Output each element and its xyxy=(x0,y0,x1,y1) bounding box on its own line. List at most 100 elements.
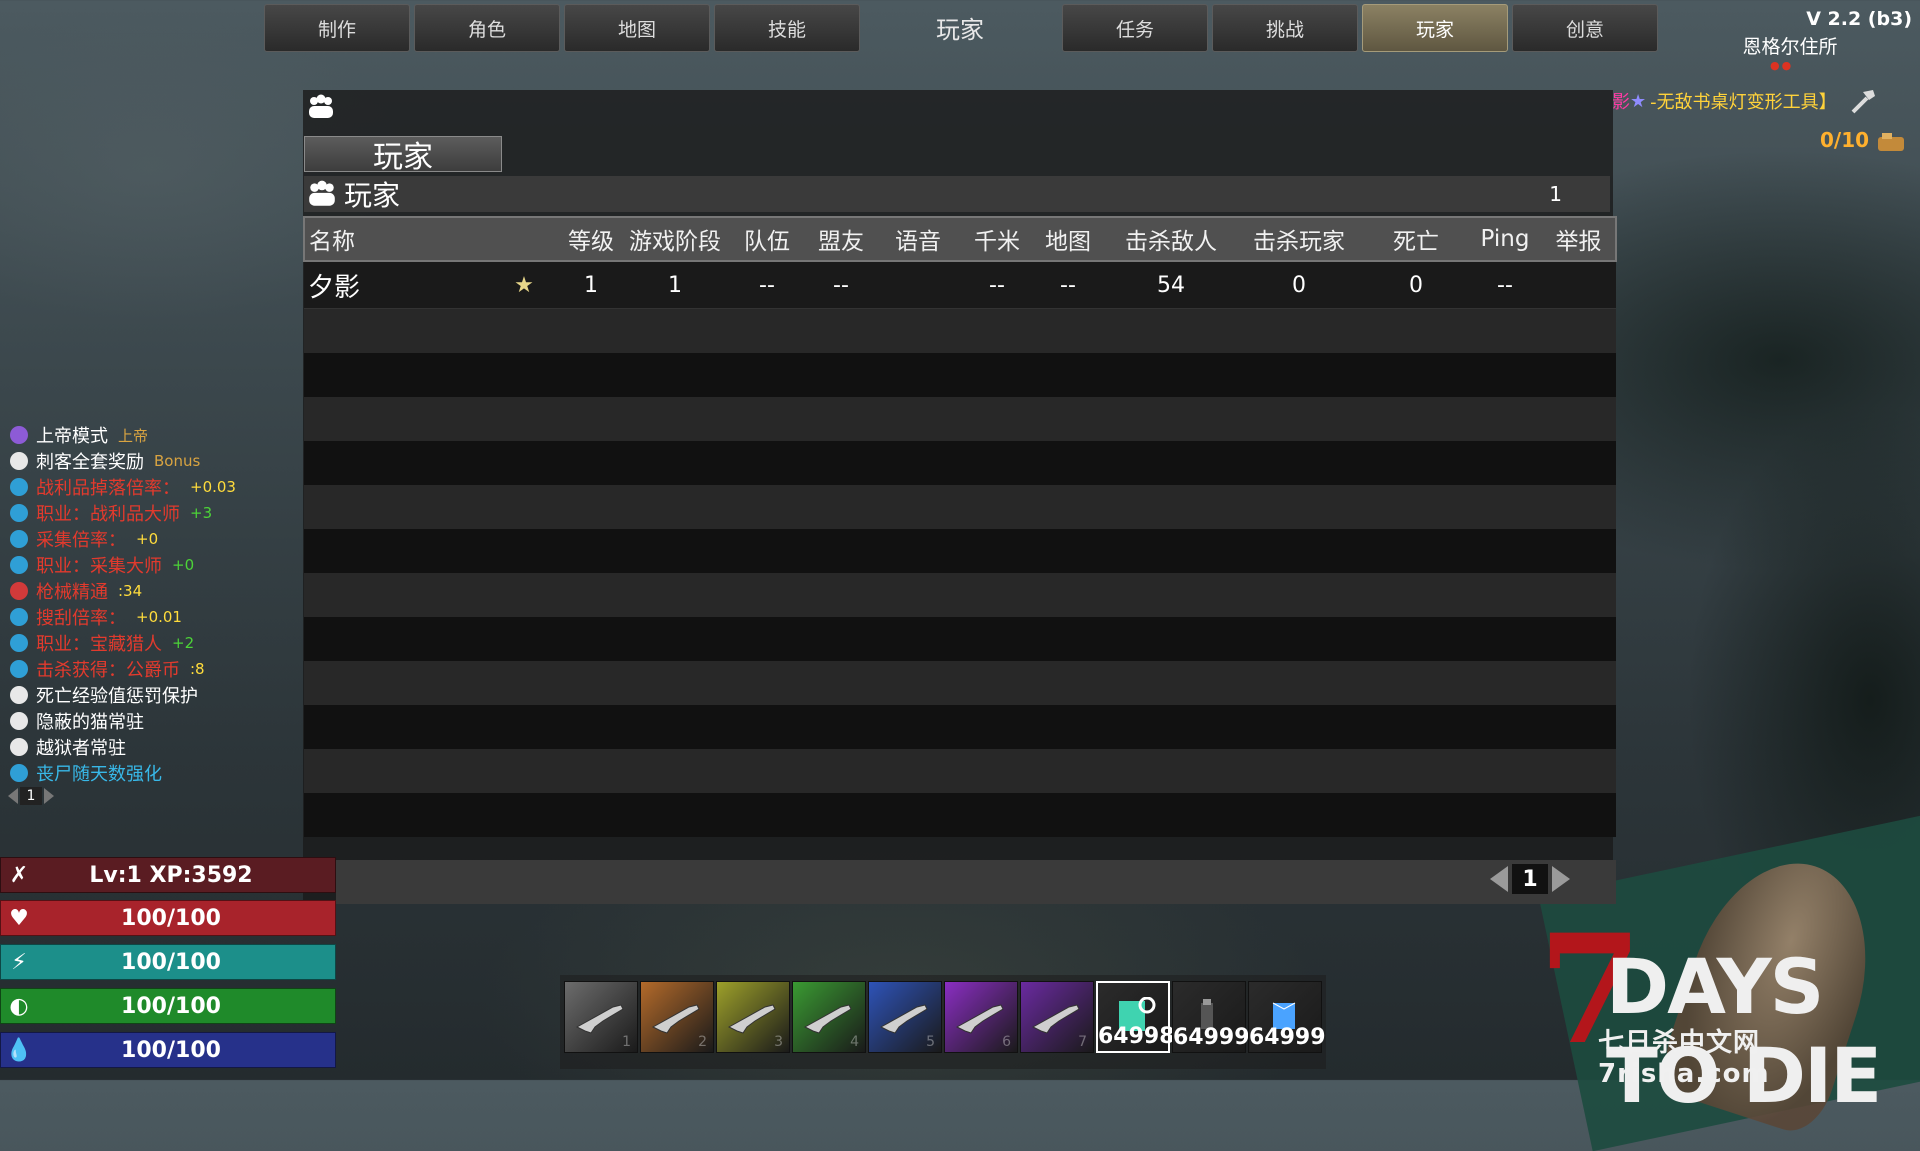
toolbelt-slot[interactable]: 64998 xyxy=(1096,981,1175,1053)
buff-item[interactable]: 职业：采集大师 +0 xyxy=(10,552,236,578)
toolbelt-slot[interactable]: 64999 xyxy=(1172,981,1250,1053)
toolbelt-slot[interactable]: 4 xyxy=(792,981,866,1053)
rifle-icon xyxy=(1031,1004,1080,1034)
food-bar: ◐ 100/100 xyxy=(0,988,336,1024)
buff-item[interactable]: 职业：战利品大师 +3 xyxy=(10,500,236,526)
slot-quantity: 64999 xyxy=(1249,1025,1326,1050)
col-report[interactable]: 举报 xyxy=(1542,216,1617,262)
player-name: 夕影 xyxy=(304,261,494,309)
stamina-value: 100/100 xyxy=(121,949,221,975)
col-map[interactable]: 地图 xyxy=(1028,216,1108,262)
toolbelt-slot[interactable]: 1 xyxy=(564,981,638,1053)
buff-value: Bonus xyxy=(154,452,201,470)
col-deaths[interactable]: 死亡 xyxy=(1364,216,1468,262)
buff-label: 职业：宝藏猎人 xyxy=(36,634,162,655)
buff-item[interactable]: 击杀获得：公爵币:8 xyxy=(10,656,236,682)
buff-item[interactable]: 上帝模式 上帝 xyxy=(10,422,236,448)
xp-icon: ✗ xyxy=(9,862,29,888)
buff-value: +3 xyxy=(190,504,213,522)
buff-item[interactable]: 隐蔽的猫常驻 xyxy=(10,708,236,734)
toolbelt-slot[interactable]: 7 xyxy=(1020,981,1094,1053)
food-value: 100/100 xyxy=(121,993,221,1019)
rifle-icon xyxy=(727,1004,776,1034)
toolbelt-slot[interactable]: 5 xyxy=(868,981,942,1053)
held-tool-label: 影 ★ -无敌书桌灯变形工具】 xyxy=(1612,86,1879,116)
col-ally[interactable]: 盟友 xyxy=(812,216,870,262)
buff-icon xyxy=(10,634,28,652)
next-page-icon[interactable] xyxy=(1552,866,1570,892)
buff-value: +0 xyxy=(136,530,159,548)
toolbelt-slot[interactable]: 64999 xyxy=(1248,981,1326,1053)
buff-icon xyxy=(10,504,28,522)
page-number: 1 xyxy=(1512,864,1548,894)
buff-item[interactable]: 越狱者常驻 xyxy=(10,734,236,760)
buff-icon xyxy=(10,530,28,548)
tab-character[interactable]: 角色 xyxy=(414,4,560,52)
xp-value: Lv:1 XP:3592 xyxy=(89,862,253,888)
slot-number: 4 xyxy=(850,1034,859,1050)
tab-map[interactable]: 地图 xyxy=(564,4,710,52)
player-map[interactable]: -- xyxy=(1028,261,1108,309)
toolbelt-slot[interactable]: 3 xyxy=(716,981,790,1053)
tab-creative[interactable]: 创意 xyxy=(1512,4,1658,52)
hammer-icon xyxy=(1851,90,1875,114)
logo-site: 七日杀中文网7risha.com xyxy=(1598,1028,1770,1089)
col-player-kills[interactable]: 击杀玩家 xyxy=(1234,216,1364,262)
buff-item[interactable]: 战利品掉落倍率： +0.03 xyxy=(10,474,236,500)
empty-row xyxy=(304,308,1616,353)
star-icon: ★ xyxy=(1630,90,1647,112)
table-row[interactable]: 夕影 ★ 1 1 -- -- -- -- 54 0 0 -- xyxy=(304,261,1616,309)
buff-value: 上帝 xyxy=(118,426,149,445)
rifle-icon xyxy=(803,1004,852,1034)
buff-item[interactable]: 采集倍率： +0 xyxy=(10,526,236,552)
buff-label: 越狱者常驻 xyxy=(36,738,126,759)
col-ping[interactable]: Ping xyxy=(1468,216,1542,262)
col-party[interactable]: 队伍 xyxy=(722,216,812,262)
col-voice[interactable]: 语音 xyxy=(870,216,966,262)
tab-challenges[interactable]: 挑战 xyxy=(1212,4,1358,52)
empty-row xyxy=(304,397,1616,441)
tab-skills[interactable]: 技能 xyxy=(714,4,860,52)
tab-quests[interactable]: 任务 xyxy=(1062,4,1208,52)
buff-prev-icon[interactable] xyxy=(8,788,18,804)
buff-item[interactable]: 刺客全套奖励 Bonus xyxy=(10,448,236,474)
players-icon xyxy=(309,180,335,206)
buff-next-icon[interactable] xyxy=(44,788,54,804)
toolbelt-slot[interactable]: 6 xyxy=(944,981,1018,1053)
buff-icon xyxy=(10,712,28,730)
buff-item[interactable]: 死亡经验值惩罚保护 xyxy=(10,682,236,708)
col-gamestage[interactable]: 游戏阶段 xyxy=(628,216,722,262)
players-icon xyxy=(309,94,333,118)
toolbelt-slot[interactable]: 2 xyxy=(640,981,714,1053)
col-distance[interactable]: 千米 xyxy=(966,216,1028,262)
buff-item[interactable]: 职业：宝藏猎人 +2 xyxy=(10,630,236,656)
section-title: 玩家 xyxy=(344,179,401,212)
buff-label: 采集倍率： xyxy=(36,530,126,551)
favorite-star-icon[interactable]: ★ xyxy=(494,261,554,309)
xp-bar: ✗ Lv:1 XP:3592 xyxy=(0,857,336,893)
buff-item[interactable]: 枪械精通:34 xyxy=(10,578,236,604)
player-ally[interactable]: -- xyxy=(812,261,870,309)
col-level[interactable]: 等级 xyxy=(554,216,628,262)
player-voice[interactable] xyxy=(870,261,966,309)
version-label: V 2.2 (b3) xyxy=(1806,8,1912,30)
col-zombie-kills[interactable]: 击杀敌人 xyxy=(1108,216,1234,262)
prev-page-icon[interactable] xyxy=(1490,866,1508,892)
tab-crafting[interactable]: 制作 xyxy=(264,4,410,52)
slot-number: 5 xyxy=(926,1034,935,1050)
tab-players[interactable]: 玩家 xyxy=(1362,4,1508,52)
buff-page-number: 1 xyxy=(20,787,42,805)
col-name[interactable]: 名称 xyxy=(303,216,494,262)
slot-number: 7 xyxy=(1078,1034,1087,1050)
buff-item[interactable]: 搜刮倍率： +0.01 xyxy=(10,604,236,630)
player-report[interactable] xyxy=(1542,261,1616,309)
toolbelt: 1 2 3 4 5 6 7 64998 64999 64999 xyxy=(560,975,1326,1069)
player-party[interactable]: -- xyxy=(722,261,812,309)
players-subtab[interactable]: 玩家 xyxy=(304,136,502,175)
counter-label: 0/10 xyxy=(1820,128,1870,152)
buff-icon xyxy=(10,686,28,704)
rifle-icon xyxy=(955,1004,1004,1034)
rifle-icon xyxy=(575,1004,624,1034)
buff-item[interactable]: 丧尸随天数强化 xyxy=(10,760,236,786)
slot-quantity: 64999 xyxy=(1173,1025,1250,1050)
